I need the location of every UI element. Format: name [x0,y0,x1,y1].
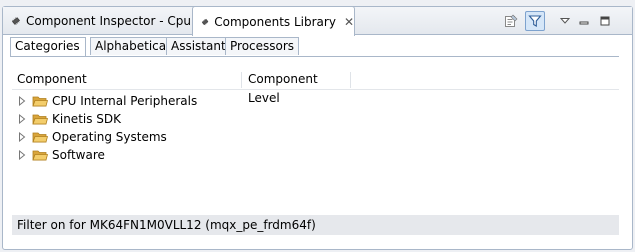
tree-item-software[interactable]: Software [16,146,197,164]
folder-icon [32,114,48,125]
column-header-component-level[interactable]: Component Level [243,70,351,105]
expand-arrow-icon[interactable] [16,131,28,143]
tab-components-library[interactable]: Components Library ✕ [192,6,355,36]
expand-arrow-icon[interactable] [16,95,28,107]
maximize-button[interactable] [595,11,615,31]
filter-status-bar: Filter on for MK64FN1M0VLL12 (mqx_pe_frd… [12,215,619,235]
tree-item-kinetis-sdk[interactable]: Kinetis SDK [16,110,197,128]
expand-arrow-icon[interactable] [16,149,28,161]
properties-button[interactable] [501,11,521,31]
maximize-icon [600,16,610,26]
component-icon [201,18,209,25]
column-separator[interactable] [241,72,242,88]
view-tab-bar: Component Inspector - Cpu Components Lib… [3,6,632,36]
expand-arrow-icon[interactable] [16,113,28,125]
tree-item-cpu-internal-peripherals[interactable]: CPU Internal Peripherals [16,92,197,110]
tab-label: Components Library [214,14,336,29]
component-tree: CPU Internal Peripherals Kinetis SDK Ope… [16,92,197,164]
close-icon[interactable]: ✕ [344,16,354,28]
minimize-icon [579,21,589,25]
folder-icon [32,150,48,161]
column-separator[interactable] [350,72,351,88]
tab-alphabetical[interactable]: Alphabetical [90,37,176,55]
tab-underline [10,56,619,57]
folder-icon [32,96,48,107]
tab-processors[interactable]: Processors [225,37,299,55]
view-menu-icon [560,18,570,24]
tree-item-label: Kinetis SDK [52,112,122,126]
table-header: Component Component Level [12,70,619,105]
tab-assistant[interactable]: Assistant [166,37,228,55]
filter-button[interactable] [525,11,545,31]
tab-label: Component Inspector - Cpu [25,14,191,28]
tree-item-label: CPU Internal Peripherals [52,94,198,108]
filter-icon [528,15,542,27]
folder-icon [32,132,48,143]
tree-item-label: Operating Systems [52,130,167,144]
tree-item-operating-systems[interactable]: Operating Systems [16,128,197,146]
tab-component-inspector[interactable]: Component Inspector - Cpu [3,7,191,35]
tree-item-label: Software [52,148,105,162]
view-menu-button[interactable] [555,11,575,31]
properties-icon [505,14,518,27]
minimize-button[interactable] [574,11,594,31]
component-icon [12,17,20,25]
column-header-component[interactable]: Component [12,70,242,90]
tab-categories[interactable]: Categories [10,37,86,56]
